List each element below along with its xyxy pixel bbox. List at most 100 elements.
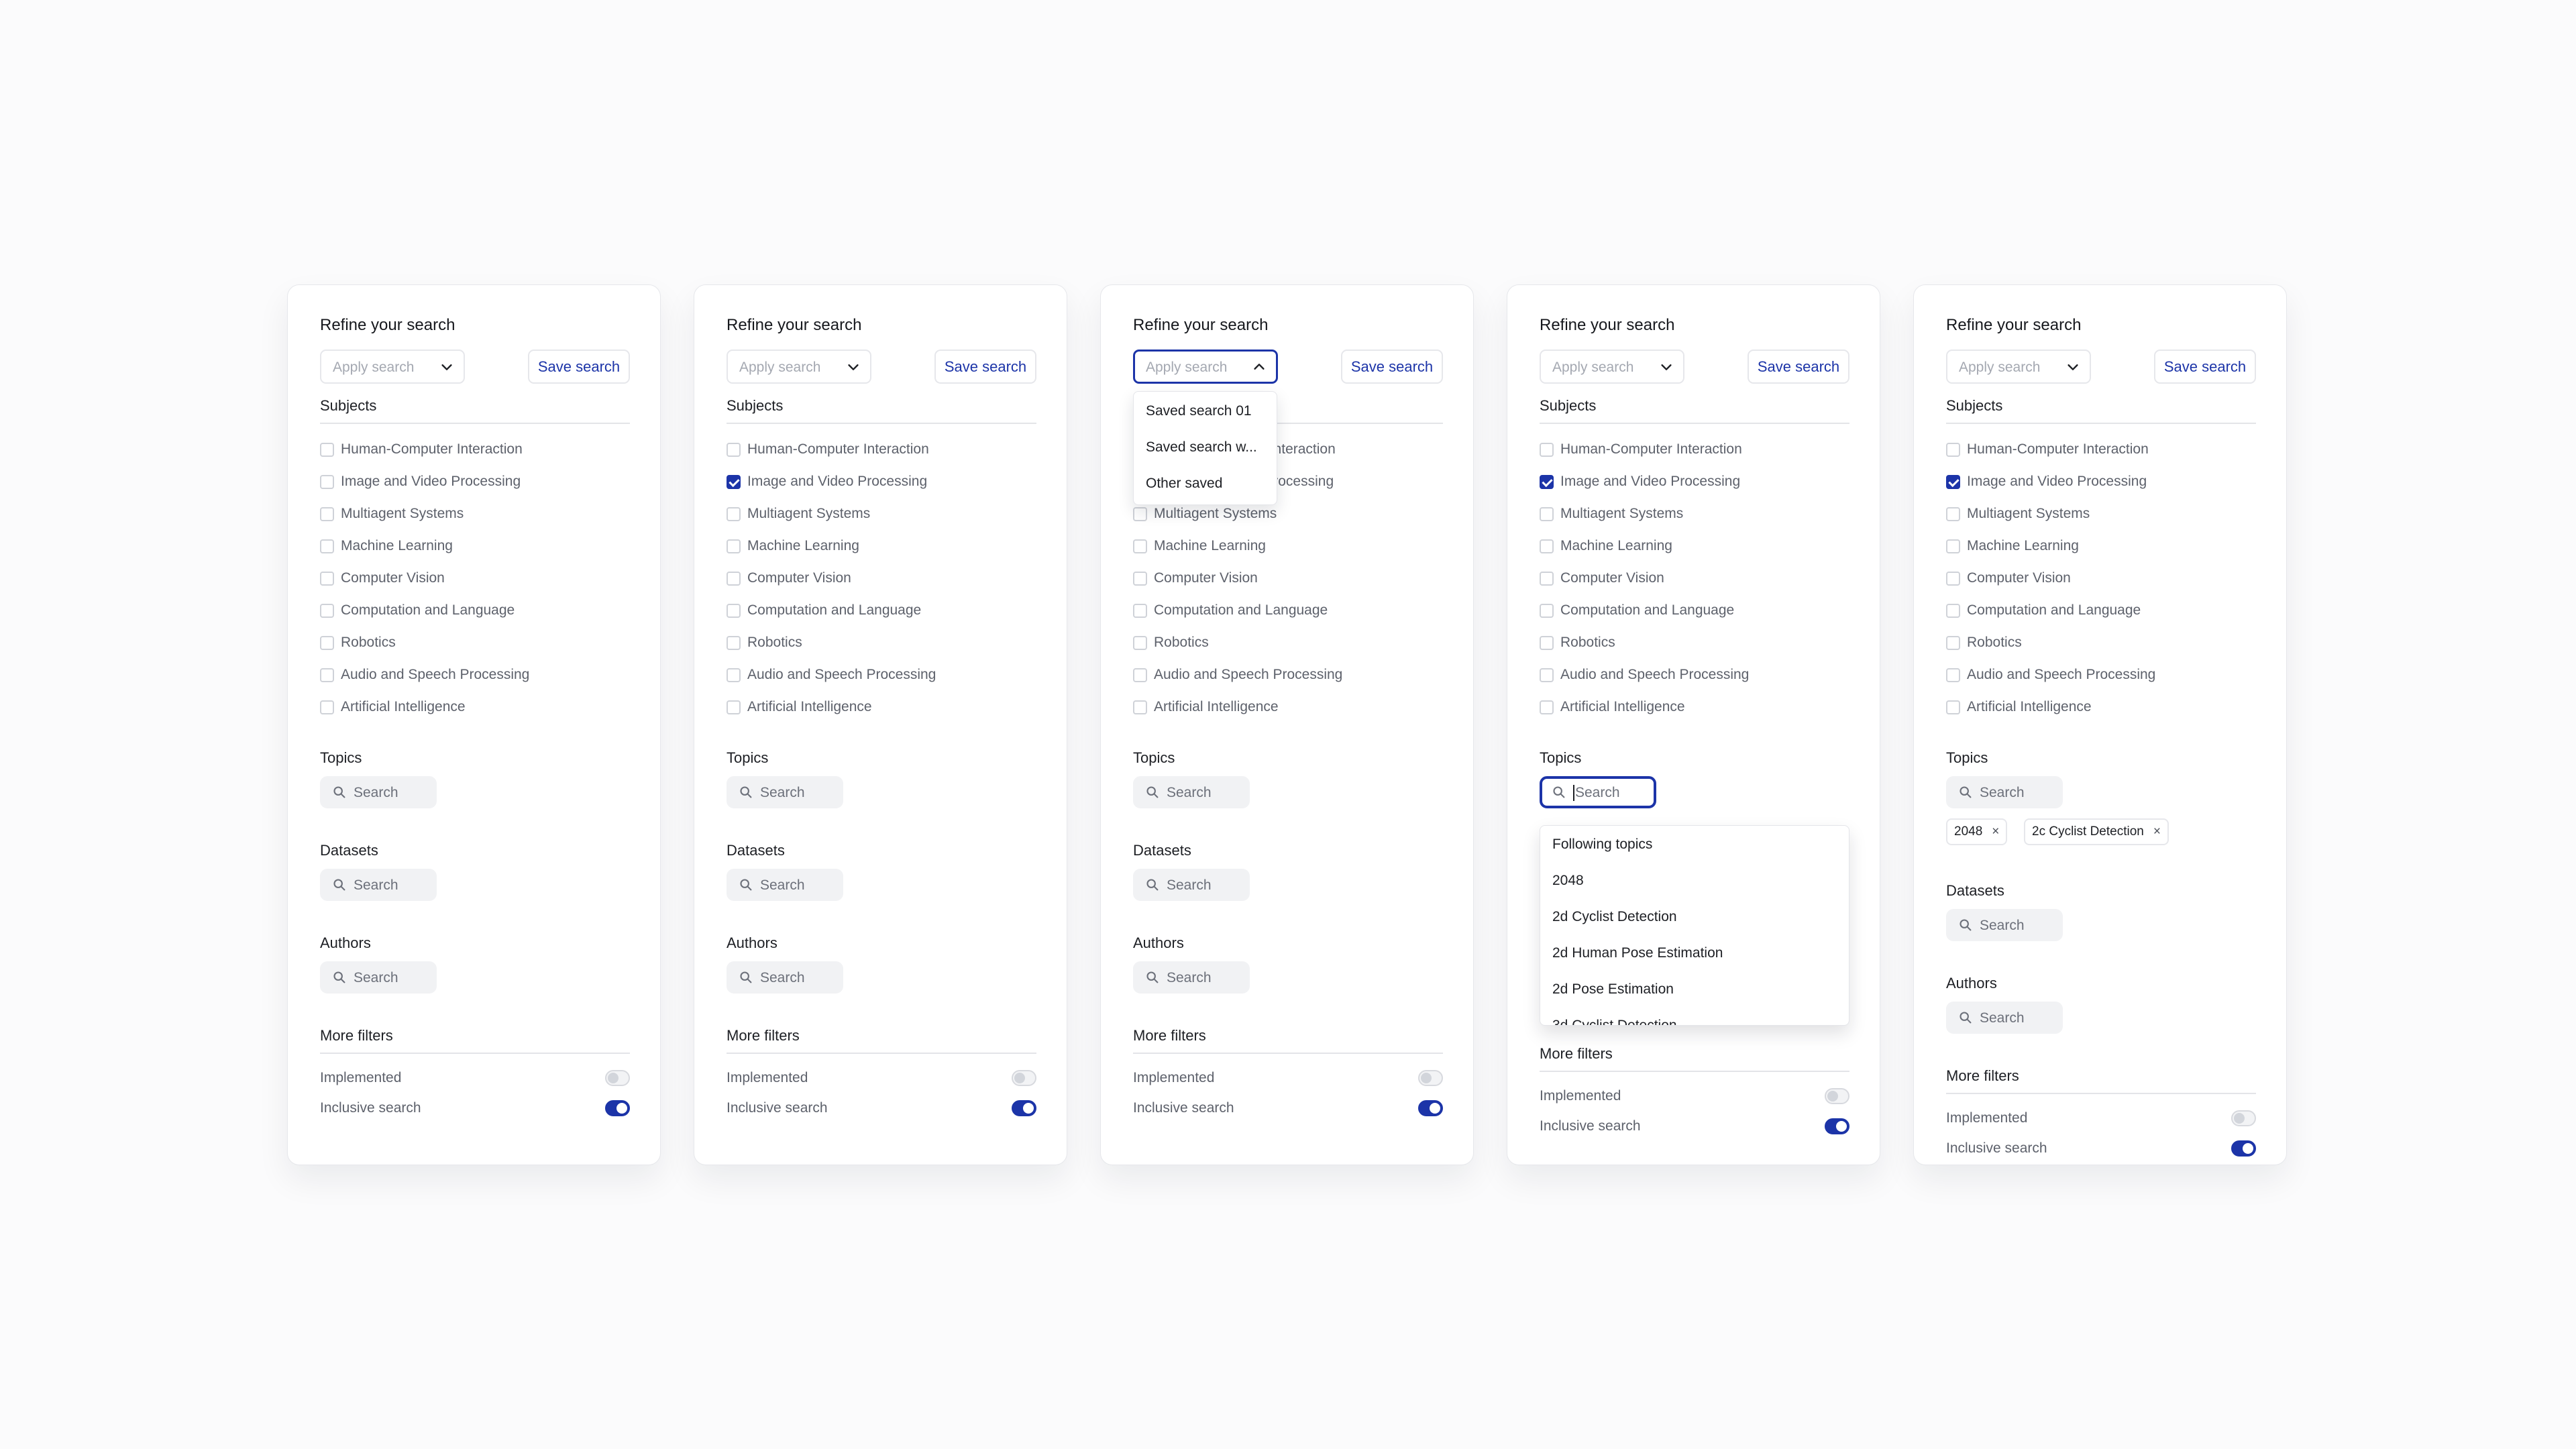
checkbox[interactable]	[1133, 571, 1147, 586]
apply-search-dropdown[interactable]: Apply search	[320, 350, 465, 384]
save-search-button[interactable]: Save search	[1341, 350, 1443, 384]
subject-row[interactable]: Artificial Intelligence	[1946, 697, 2092, 717]
subject-row[interactable]: Computer Vision	[1540, 568, 1664, 588]
checkbox[interactable]	[727, 442, 741, 457]
checkbox[interactable]	[1946, 667, 1960, 682]
datasets-search-input[interactable]: Search	[1946, 909, 2063, 941]
checkbox[interactable]	[1946, 539, 1960, 553]
checkbox[interactable]	[1133, 635, 1147, 650]
subject-row[interactable]: Computer Vision	[727, 568, 851, 588]
topic-option[interactable]: Following topics	[1552, 837, 1652, 853]
subject-row[interactable]: Robotics	[1540, 633, 1615, 653]
subject-row[interactable]: Human-Computer Interaction	[1946, 439, 2149, 460]
topics-search-input[interactable]: Search	[320, 776, 437, 808]
checkbox[interactable]	[727, 700, 741, 714]
checkbox[interactable]	[727, 667, 741, 682]
subject-row[interactable]: Artificial Intelligence	[320, 697, 466, 717]
apply-search-dropdown[interactable]: Apply search	[1133, 350, 1278, 384]
checkbox[interactable]	[1133, 667, 1147, 682]
checkbox[interactable]	[1540, 667, 1554, 682]
subject-row[interactable]: Computation and Language	[727, 600, 921, 621]
checkbox[interactable]	[1133, 603, 1147, 618]
subject-row[interactable]: Machine Learning	[1540, 536, 1672, 556]
close-icon[interactable]: ×	[1992, 824, 1999, 839]
menu-item[interactable]: Saved search w...	[1146, 439, 1257, 455]
subject-row[interactable]: Computer Vision	[1133, 568, 1258, 588]
datasets-search-input[interactable]: Search	[727, 869, 843, 901]
checkbox[interactable]	[727, 539, 741, 553]
subject-row[interactable]: Artificial Intelligence	[1540, 697, 1685, 717]
implemented-toggle[interactable]	[1012, 1070, 1036, 1086]
checkbox[interactable]	[1133, 539, 1147, 553]
close-icon[interactable]: ×	[2153, 824, 2161, 839]
checkbox[interactable]	[1540, 635, 1554, 650]
subject-row[interactable]: Machine Learning	[1946, 536, 2079, 556]
topic-option[interactable]: 2048	[1552, 873, 1584, 889]
subject-row[interactable]: Computation and Language	[1540, 600, 1734, 621]
inclusive-search-toggle[interactable]	[605, 1100, 630, 1116]
topics-search-input[interactable]: Search	[1540, 776, 1656, 808]
checkbox[interactable]	[320, 506, 334, 521]
checkbox[interactable]	[1540, 571, 1554, 586]
subject-row[interactable]: Image and Video Processing	[727, 472, 927, 492]
topics-search-input[interactable]: Search	[1946, 776, 2063, 808]
subject-row[interactable]: Audio and Speech Processing	[1540, 665, 1749, 685]
subject-row[interactable]: Multiagent Systems	[1946, 504, 2090, 524]
authors-search-input[interactable]: Search	[1946, 1002, 2063, 1034]
save-search-button[interactable]: Save search	[2154, 350, 2256, 384]
subject-row[interactable]: Multiagent Systems	[1540, 504, 1683, 524]
checkbox[interactable]	[320, 539, 334, 553]
checkbox[interactable]	[1946, 700, 1960, 714]
subject-row[interactable]: Image and Video Processing	[320, 472, 521, 492]
subject-row[interactable]: Computer Vision	[320, 568, 445, 588]
apply-search-dropdown[interactable]: Apply search	[1540, 350, 1684, 384]
inclusive-search-toggle[interactable]	[1825, 1118, 1849, 1134]
topic-option[interactable]: 2d Pose Estimation	[1552, 981, 1674, 998]
subject-row[interactable]: Multiagent Systems	[1133, 504, 1277, 524]
checkbox[interactable]	[727, 506, 741, 521]
menu-item[interactable]: Other saved	[1146, 476, 1222, 492]
checkbox[interactable]	[727, 635, 741, 650]
subject-row[interactable]: Artificial Intelligence	[727, 697, 872, 717]
implemented-toggle[interactable]	[605, 1070, 630, 1086]
subject-row[interactable]: Human-Computer Interaction	[1540, 439, 1742, 460]
checkbox-checked[interactable]	[727, 474, 741, 489]
subject-row[interactable]: Computation and Language	[1946, 600, 2141, 621]
subject-row[interactable]: Audio and Speech Processing	[320, 665, 529, 685]
checkbox[interactable]	[727, 571, 741, 586]
checkbox[interactable]	[1946, 571, 1960, 586]
checkbox[interactable]	[1946, 635, 1960, 650]
apply-search-dropdown[interactable]: Apply search	[727, 350, 871, 384]
subject-row[interactable]: Multiagent Systems	[320, 504, 464, 524]
datasets-search-input[interactable]: Search	[320, 869, 437, 901]
subject-row[interactable]: Artificial Intelligence	[1133, 697, 1279, 717]
subject-row[interactable]: Robotics	[727, 633, 802, 653]
subject-row[interactable]: Computation and Language	[1133, 600, 1328, 621]
inclusive-search-toggle[interactable]	[1012, 1100, 1036, 1116]
checkbox[interactable]	[1540, 603, 1554, 618]
save-search-button[interactable]: Save search	[528, 350, 630, 384]
authors-search-input[interactable]: Search	[727, 961, 843, 994]
save-search-button[interactable]: Save search	[934, 350, 1036, 384]
checkbox[interactable]	[1946, 442, 1960, 457]
subject-row[interactable]: Audio and Speech Processing	[1946, 665, 2155, 685]
checkbox[interactable]	[727, 603, 741, 618]
checkbox[interactable]	[320, 667, 334, 682]
subject-row[interactable]: Robotics	[1946, 633, 2022, 653]
checkbox[interactable]	[1133, 700, 1147, 714]
authors-search-input[interactable]: Search	[1133, 961, 1250, 994]
subject-row[interactable]: Image and Video Processing	[1946, 472, 2147, 492]
topic-option[interactable]: 3d Cyclist Detection	[1552, 1018, 1677, 1025]
checkbox[interactable]	[1540, 442, 1554, 457]
menu-item[interactable]: Saved search 01	[1146, 403, 1252, 419]
checkbox[interactable]	[1540, 539, 1554, 553]
implemented-toggle[interactable]	[2231, 1110, 2256, 1126]
subject-row[interactable]: Audio and Speech Processing	[1133, 665, 1342, 685]
checkbox[interactable]	[320, 442, 334, 457]
checkbox-checked[interactable]	[1946, 474, 1960, 489]
inclusive-search-toggle[interactable]	[2231, 1140, 2256, 1157]
subject-row[interactable]: Machine Learning	[320, 536, 453, 556]
subject-row[interactable]: Image and Video Processing	[1540, 472, 1740, 492]
checkbox[interactable]	[1946, 603, 1960, 618]
checkbox[interactable]	[1540, 700, 1554, 714]
